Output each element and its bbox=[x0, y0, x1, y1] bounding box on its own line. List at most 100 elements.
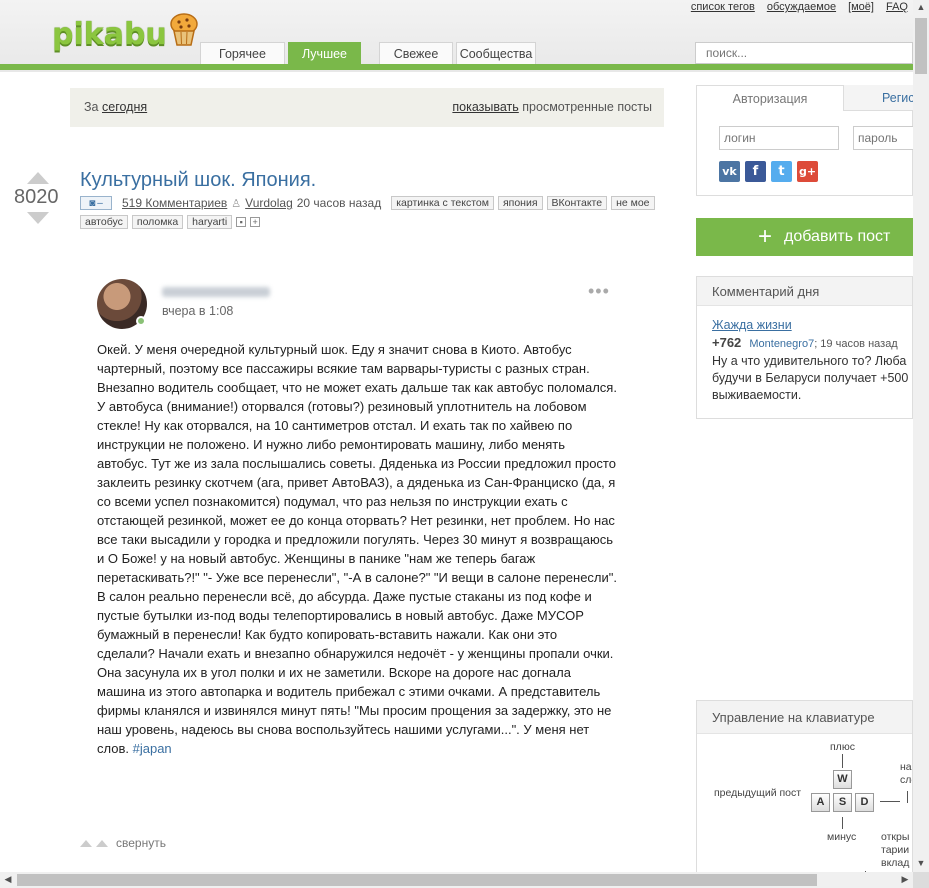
post-meta: ◙ – 519 Комментариев ♙ Vurdolag 20 часов… bbox=[80, 196, 655, 210]
author-link[interactable]: Vurdolag bbox=[245, 196, 293, 210]
tab-hot[interactable]: Горячее bbox=[200, 42, 285, 64]
muffin-icon bbox=[170, 13, 198, 46]
tag-item[interactable]: ВКонтакте bbox=[546, 196, 608, 210]
post-title[interactable]: Культурный шок. Япония. bbox=[80, 169, 316, 192]
keyboard-help-title: Управление на клавиатуре bbox=[697, 701, 912, 734]
plus-connector bbox=[842, 754, 843, 768]
scroll-right-icon[interactable]: ▶ bbox=[897, 874, 913, 885]
upvote-arrow-icon[interactable] bbox=[27, 172, 49, 184]
open-label-3: вклад bbox=[881, 857, 910, 869]
discussed-link[interactable]: обсуждаемое bbox=[767, 1, 836, 13]
collapse-button[interactable]: свернуть bbox=[80, 836, 166, 850]
open-label-2: тарии bbox=[881, 844, 910, 856]
filter-bar: За сегодня показывать просмотренные пост… bbox=[70, 88, 664, 127]
tab-best[interactable]: Лучшее bbox=[288, 42, 361, 64]
main-nav: Горячее Лучшее Свежее Сообщества bbox=[200, 42, 536, 64]
keyboard-help-panel: Управление на клавиатуре плюс начало сле… bbox=[696, 700, 913, 888]
twitter-icon[interactable]: t bbox=[771, 161, 792, 182]
hashtag: #japan bbox=[132, 741, 172, 756]
minus-label: минус bbox=[827, 831, 857, 843]
login-field[interactable] bbox=[719, 126, 839, 150]
tab-authorization[interactable]: Авторизация bbox=[696, 85, 844, 111]
tag-item[interactable]: не мое bbox=[611, 196, 655, 210]
vertical-scroll-thumb[interactable] bbox=[915, 18, 927, 74]
user-icon: ♙ bbox=[231, 197, 242, 210]
vk-icon[interactable]: vk bbox=[719, 161, 740, 182]
tag-item[interactable]: haryarti bbox=[187, 215, 233, 229]
collapse-arrow-icon bbox=[80, 839, 92, 847]
next-connector bbox=[880, 801, 900, 802]
comment-text-line: выживаемости. bbox=[712, 388, 802, 402]
comment-rating: +762 bbox=[712, 335, 742, 350]
comment-text-line: будучи в Беларуси получает +500 bbox=[712, 371, 909, 385]
post-rating: 8020 bbox=[14, 186, 59, 208]
scroll-down-icon[interactable]: ▼ bbox=[913, 858, 929, 868]
comment-of-day-title: Комментарий дня bbox=[697, 277, 912, 306]
more-icon: ••• bbox=[588, 281, 610, 301]
next-label-1: начало bbox=[900, 761, 912, 773]
expand-icon[interactable]: + bbox=[250, 217, 261, 227]
comment-text: Ну а что удивительного то? Люба будучи в… bbox=[712, 353, 917, 404]
scroll-up-icon[interactable]: ▲ bbox=[913, 2, 929, 12]
collapse-label: свернуть bbox=[116, 836, 166, 850]
period-link[interactable]: сегодня bbox=[102, 100, 147, 114]
comment-time: ; 19 часов назад bbox=[814, 338, 898, 350]
downvote-arrow-icon[interactable] bbox=[27, 212, 49, 224]
viewed-filter: показывать просмотренные посты bbox=[452, 100, 652, 114]
plus-label: плюс bbox=[830, 741, 855, 753]
key-w: W bbox=[833, 770, 852, 789]
period-filter: За сегодня bbox=[84, 100, 147, 114]
scroll-left-icon[interactable]: ◀ bbox=[0, 874, 16, 885]
comment-of-day-panel: Комментарий дня Жажда жизни +762 Montene… bbox=[696, 276, 913, 419]
add-post-label: добавить пост bbox=[784, 228, 891, 245]
faq-link[interactable]: FAQ bbox=[886, 1, 908, 13]
pikabu-logo[interactable]: pikabu bbox=[52, 13, 199, 54]
tag-list-link[interactable]: список тегов bbox=[691, 1, 755, 13]
horizontal-scroll-thumb[interactable] bbox=[17, 874, 817, 886]
tag-item[interactable]: поломка bbox=[131, 215, 184, 229]
key-d: D bbox=[855, 793, 874, 812]
tag-item[interactable]: япония bbox=[497, 196, 543, 210]
vertical-scrollbar[interactable]: ▲ ▼ bbox=[913, 0, 929, 872]
camera-dash: – bbox=[97, 197, 103, 209]
horizontal-scrollbar[interactable]: ◀ ▶ bbox=[0, 872, 913, 888]
plus-icon: + bbox=[758, 223, 773, 250]
facebook-icon[interactable]: f bbox=[745, 161, 766, 182]
google-plus-icon[interactable]: g+ bbox=[797, 161, 818, 182]
add-post-button[interactable]: + добавить пост bbox=[696, 218, 913, 256]
comments-link[interactable]: 519 Комментариев bbox=[122, 196, 227, 210]
tag-item[interactable]: картинка с текстом bbox=[391, 196, 494, 210]
period-prefix: За bbox=[84, 100, 99, 114]
comment-author-link[interactable]: Montenegro7 bbox=[749, 338, 814, 350]
card-text-content: Окей. У меня очередной культурный шок. Е… bbox=[97, 342, 618, 756]
tab-registration[interactable]: Регистрация bbox=[844, 85, 913, 111]
camera-icon: ◙ bbox=[89, 197, 96, 209]
tab-communities[interactable]: Сообщества bbox=[456, 42, 536, 64]
open-label-1: откры bbox=[881, 831, 910, 843]
mine-link[interactable]: [моё] bbox=[848, 1, 874, 13]
card-post-time: вчера в 1:08 bbox=[162, 304, 234, 318]
auth-panel: vk f t g+ bbox=[696, 110, 917, 196]
comment-post-link[interactable]: Жажда жизни bbox=[712, 318, 792, 332]
next-label-2: следую bbox=[900, 774, 912, 786]
card-body-text: Окей. У меня очередной культурный шок. Е… bbox=[97, 340, 617, 758]
next-connector-vertical bbox=[907, 791, 908, 803]
save-icon[interactable]: ▪ bbox=[236, 217, 247, 227]
show-viewed-link[interactable]: показывать bbox=[452, 100, 518, 114]
tab-fresh[interactable]: Свежее bbox=[379, 42, 453, 64]
prev-label: предыдущий пост bbox=[714, 787, 802, 799]
password-field[interactable] bbox=[853, 126, 917, 150]
viewed-suffix: просмотренные посты bbox=[522, 100, 652, 114]
auth-tabs: Авторизация Регистрация bbox=[696, 85, 913, 111]
collapse-arrow-icon bbox=[96, 839, 108, 847]
minus-connector bbox=[842, 817, 843, 829]
post-image-card: вчера в 1:08 ••• Окей. У меня очередной … bbox=[80, 264, 628, 774]
comment-meta: +762 Montenegro7; 19 часов назад bbox=[712, 335, 898, 350]
key-s: S bbox=[833, 793, 852, 812]
camera-toggle-button[interactable]: ◙ – bbox=[80, 196, 112, 210]
comment-text-line: Ну а что удивительного то? Люба bbox=[712, 354, 907, 368]
online-indicator-icon bbox=[136, 316, 146, 326]
search-input[interactable] bbox=[695, 42, 913, 64]
site-header: pikabu список тегов обсуждаемое [моё] FA… bbox=[0, 0, 913, 72]
tag-item[interactable]: автобус bbox=[80, 215, 128, 229]
